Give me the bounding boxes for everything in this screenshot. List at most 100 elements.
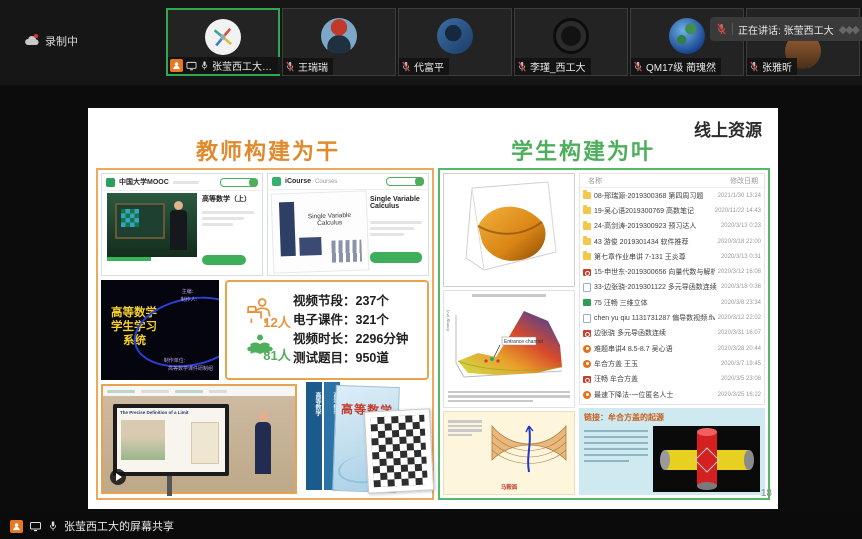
mooc-header: 中国大学MOOC [102,174,262,191]
mic-icon [48,520,58,532]
media-icon [583,345,591,353]
mic-muted-icon [285,61,295,72]
file-row[interactable]: 43 游俊 2019301434 软件推荐2020/3/18 22:00 [580,234,764,249]
lecture-slide-title: The Precise Definition of a Limit [120,410,189,415]
icourse-course-title: Single Variable Calculus [370,196,426,210]
plot-ylabel: Energy (eV) [445,310,450,331]
participant-tile[interactable]: 王瑞瑞 [282,8,396,76]
enroll-button [370,252,422,263]
icourse-brand: iCourse [285,178,311,185]
participant-tile-sharer[interactable]: 张莹西工大的屏幕... [166,8,280,76]
avatar [321,18,357,54]
file-row[interactable]: 边张骁 多元导函数连续2020/3/31 16:07 [580,326,764,341]
video-strip: 录制中 [0,0,862,85]
toast-divider [732,23,733,35]
file-row[interactable]: 第七章作业串讲 7-131 王炎尊2020/3/13 0:31 [580,249,764,264]
poster-chart [331,240,362,263]
file-name: 15-申世东-2019300656 向量代数与解析几何 [594,267,715,277]
steinmetz-solid-image [653,426,760,492]
file-row[interactable]: 75 汪畅 三维立体2020/3/8 23:34 [580,295,764,310]
participant-tile[interactable]: 李瑾_西工大 [514,8,628,76]
mooc-join-button [202,255,246,265]
file-name: 75 汪畅 三维立体 [594,298,718,308]
textbooks-image: 高等数学 高等数学 高等数学 [300,382,430,496]
mic-muted-icon [633,61,643,72]
avatar [553,18,589,54]
file-name: 难题串讲4 8.5-8.7 吴心语 [594,344,715,354]
participant-name-chip: 代富平 [399,58,449,75]
file-name: chen yu qiu 1131731287 偏导数视频.flv [594,313,715,323]
recording-indicator: 录制中 [24,33,78,49]
page-number: 18 [761,488,772,499]
cloud-recording-icon [24,35,40,47]
lecture-video-screenshot: The Precise Definition of a Limit [101,384,297,494]
text-placeholder [370,218,422,239]
folder-icon [583,223,591,230]
search-pill [386,177,424,186]
column-name[interactable]: 名称 [588,176,602,186]
student-panel: Energy (eV) Entrance channel [438,168,770,500]
screen-share-label: 张莹西工大的屏幕共享 [64,518,174,534]
icourse-nav: Courses [315,179,337,185]
poster-bar [279,202,296,256]
file-row[interactable]: chen yu qiu 1131731287 偏导数视频.flv2020/3/1… [580,310,764,325]
slide-image [191,422,219,464]
credit-line: 制作人: [181,296,197,303]
file-name: 汪畅 牟合方盖 [594,374,718,384]
ppt-icon [583,376,591,383]
book-spine: 高等数学 [306,382,322,490]
avatar [205,19,241,55]
speaking-toast: 正在讲话: 张莹西工大 ◆◆◆ [710,17,862,41]
media-icon [583,391,591,399]
file-date: 2020/3/5 23:08 [721,376,761,382]
file-date: 2020/3/7 19:45 [721,361,761,367]
file-date: 2020/3/18 22:00 [718,239,761,245]
learning-system-screenshot: 高等数学 学生学习 系统 主编: 制作人: 制作单位: 高等数学课件研制组 [101,280,219,380]
file-row[interactable]: 最速下降法-一位匿名人士2020/3/25 16:22 [580,387,764,402]
file-row[interactable]: 19-吴心语2019300769 高数笔记2020/11/22 14:43 [580,203,764,218]
file-date: 2020/3/8 23:34 [721,300,761,306]
file-row[interactable]: 08-邢瑞源-2019300368 第四周习题2021/1/30 13:24 [580,188,764,203]
mouhefanggai-panel: 链接：牟合方盖的起源 [579,408,765,495]
speaking-toast-text: 正在讲话: 张莹西工大 [738,22,834,37]
presenter-figure [253,412,273,482]
file-row[interactable]: 15-申世东-2019300656 向量代数与解析几何2020/3/12 16:… [580,264,764,279]
file-row[interactable]: 24-高剑涛-2019300923 预习达人2020/3/13 0:23 [580,219,764,234]
nav-placeholder [173,178,216,187]
stats-lines: 视频节段：237个 电子课件：321个 视频时长：2296分钟 测试题目：950… [293,292,427,368]
file-date: 2020/3/31 16:07 [718,330,761,336]
mic-muted-icon [401,61,411,72]
file-date: 2020/3/28 20:44 [718,346,761,352]
participant-tile[interactable]: 代富平 [398,8,512,76]
plot-caption-placeholder [448,389,570,405]
presenter-badge-icon [170,59,183,72]
play-button-icon[interactable] [110,469,126,485]
presentation-slide: The Precise Definition of a Limit [117,408,225,472]
student-count: 81人 [263,345,290,364]
file-date: 2020/3/12 22:02 [718,315,761,321]
mooc-brand: 中国大学MOOC [119,177,169,187]
xls-icon [583,299,591,306]
file-name: 08-邢瑞源-2019300368 第四周习题 [594,191,715,201]
column-date[interactable]: 修改日期 [730,176,758,186]
file-date: 2020/3/25 16:22 [718,392,761,398]
poster-bar [299,237,322,256]
file-name: 19-吴心语2019300769 高数笔记 [594,206,712,216]
file-row[interactable]: 33-边张骁-2019301122 多元导函数连续2020/3/18 0:36 [580,280,764,295]
file-row[interactable]: 汪畅 牟合方盖2020/3/5 23:08 [580,372,764,387]
saddle-surface-plot: 马鞍面 [443,411,575,495]
credit-line: 主编: [182,288,193,295]
avatar [669,18,705,54]
screen-share-icon [186,61,197,71]
file-row[interactable]: 牟合方盖 王玉2020/3/7 19:45 [580,356,764,371]
plot-title-placeholder [448,294,570,297]
folder-icon [583,238,591,245]
folder-icon [583,207,591,214]
file-name: 第七章作业串讲 7-131 王炎尊 [594,252,718,262]
file-date: 2020/3/13 0:23 [721,223,761,229]
file-name: 牟合方盖 王玉 [594,359,718,369]
icourse-header: iCourse Courses [268,174,428,190]
text-placeholder [202,208,254,229]
doc-icon [583,314,591,323]
file-row[interactable]: 难题串讲4 8.5-8.7 吴心语2020/3/28 20:44 [580,341,764,356]
